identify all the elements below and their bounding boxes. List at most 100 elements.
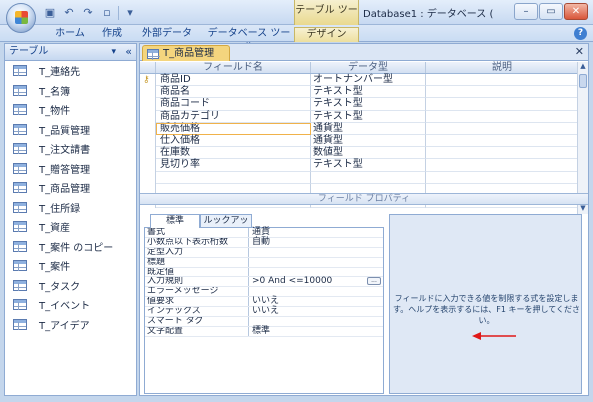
- field-row[interactable]: ⚷ 商品ID オートナンバー型: [140, 74, 578, 87]
- field-name-cell[interactable]: 商品コード: [156, 98, 311, 111]
- row-selector[interactable]: [140, 159, 156, 172]
- field-row[interactable]: 商品コード テキスト型: [140, 98, 578, 111]
- chevron-down-icon[interactable]: ▾: [111, 44, 116, 60]
- nav-item[interactable]: T_住所録: [5, 198, 136, 218]
- close-document-icon[interactable]: ✕: [575, 45, 584, 58]
- row-selector[interactable]: ⚷: [140, 74, 156, 87]
- nav-item[interactable]: T_名簿: [5, 81, 136, 101]
- row-selector[interactable]: [140, 171, 156, 184]
- description-cell[interactable]: [426, 159, 578, 172]
- nav-item[interactable]: T_アイデア: [5, 315, 136, 335]
- tab-general[interactable]: 標準: [150, 214, 200, 228]
- property-value[interactable]: 標準: [249, 326, 383, 336]
- data-type-cell[interactable]: 数値型: [311, 147, 426, 160]
- property-row[interactable]: 入力規則 >0 And <=10000...: [145, 277, 383, 288]
- scroll-down-icon[interactable]: ▼: [578, 204, 588, 214]
- nav-item[interactable]: T_注文請書: [5, 139, 136, 159]
- nav-item[interactable]: T_案件: [5, 256, 136, 276]
- data-type-cell[interactable]: [311, 171, 426, 184]
- nav-item[interactable]: T_贈答管理: [5, 159, 136, 179]
- collapse-pane-icon[interactable]: «: [125, 44, 132, 60]
- description-cell[interactable]: [426, 172, 578, 184]
- data-type-cell[interactable]: オートナンバー型: [311, 74, 426, 87]
- description-cell[interactable]: [426, 111, 578, 123]
- description-cell[interactable]: [426, 135, 578, 148]
- nav-item[interactable]: T_物件: [5, 100, 136, 120]
- property-value[interactable]: 自動: [249, 237, 383, 247]
- tab-create[interactable]: 作成: [97, 27, 127, 42]
- description-cell[interactable]: [426, 123, 578, 135]
- row-selector[interactable]: [140, 134, 156, 148]
- document-tab[interactable]: T_商品管理: [142, 45, 230, 61]
- redo-icon[interactable]: ↷: [80, 5, 96, 20]
- property-value[interactable]: [249, 287, 383, 296]
- row-selector[interactable]: [140, 86, 156, 99]
- data-type-cell[interactable]: テキスト型: [311, 159, 426, 172]
- nav-item[interactable]: T_品質管理: [5, 120, 136, 140]
- field-row[interactable]: 仕入価格 通貨型: [140, 134, 578, 148]
- empty-field-row[interactable]: [140, 171, 578, 184]
- row-selector[interactable]: [140, 122, 156, 135]
- description-cell[interactable]: [426, 98, 578, 111]
- nav-item[interactable]: T_連絡先: [5, 61, 136, 81]
- row-selector[interactable]: [140, 98, 156, 111]
- field-row[interactable]: 商品カテゴリ テキスト型: [140, 110, 578, 123]
- nav-item[interactable]: T_案件 のコピー: [5, 237, 136, 257]
- nav-item[interactable]: T_資産: [5, 217, 136, 237]
- field-name-cell[interactable]: 販売価格: [156, 122, 311, 135]
- row-selector[interactable]: [140, 147, 156, 160]
- field-name-cell[interactable]: 仕入価格: [156, 134, 311, 148]
- tab-home[interactable]: ホーム: [52, 27, 88, 42]
- field-name-cell[interactable]: 商品名: [156, 86, 311, 99]
- field-row[interactable]: 販売価格 通貨型: [140, 122, 578, 135]
- scroll-thumb[interactable]: [579, 74, 587, 88]
- description-cell[interactable]: [426, 86, 578, 99]
- field-row[interactable]: 在庫数 数値型: [140, 147, 578, 160]
- scroll-up-icon[interactable]: ▲: [578, 62, 588, 72]
- property-value[interactable]: [249, 317, 383, 326]
- expression-builder-button[interactable]: ...: [367, 277, 381, 286]
- description-cell[interactable]: [426, 147, 578, 160]
- data-type-cell[interactable]: 通貨型: [311, 134, 426, 148]
- field-row[interactable]: 商品名 テキスト型: [140, 86, 578, 99]
- property-value[interactable]: [249, 248, 383, 257]
- field-name-cell[interactable]: [156, 171, 311, 184]
- property-row[interactable]: 文字配置 標準: [145, 326, 383, 337]
- nav-item[interactable]: T_商品管理: [5, 178, 136, 198]
- data-type-cell[interactable]: テキスト型: [311, 110, 426, 123]
- data-type-cell[interactable]: テキスト型: [311, 86, 426, 99]
- property-value[interactable]: [249, 268, 383, 277]
- help-icon[interactable]: ?: [574, 27, 587, 40]
- tab-database-tools[interactable]: データベース ツール: [206, 27, 292, 53]
- save-icon[interactable]: ▣: [42, 5, 58, 20]
- nav-pane-header[interactable]: テーブル ▾ «: [5, 44, 136, 61]
- field-row[interactable]: 見切り率 テキスト型: [140, 159, 578, 172]
- field-name-cell[interactable]: 商品カテゴリ: [156, 110, 311, 123]
- row-selector[interactable]: [140, 110, 156, 123]
- property-value[interactable]: 通貨: [249, 228, 383, 237]
- tab-external-data[interactable]: 外部データ: [138, 27, 196, 42]
- maximize-button[interactable]: ▭: [539, 3, 563, 20]
- property-row[interactable]: インデックス いいえ: [145, 307, 383, 318]
- field-name-cell[interactable]: 商品ID: [156, 74, 311, 87]
- description-cell[interactable]: [426, 74, 578, 87]
- vertical-scrollbar[interactable]: ▲ ▼: [577, 62, 588, 214]
- office-button[interactable]: [6, 3, 36, 33]
- property-value[interactable]: いいえ: [249, 307, 383, 316]
- property-row[interactable]: 定型入力: [145, 247, 383, 258]
- close-button[interactable]: ✕: [564, 3, 588, 20]
- tab-design[interactable]: デザイン: [294, 27, 359, 42]
- property-value[interactable]: いいえ: [249, 297, 383, 306]
- property-value[interactable]: [249, 258, 383, 267]
- nav-item[interactable]: T_イベント: [5, 295, 136, 315]
- data-type-cell[interactable]: テキスト型: [311, 98, 426, 111]
- minimize-button[interactable]: –: [514, 3, 538, 20]
- tab-lookup[interactable]: ルックアップ: [200, 214, 252, 238]
- nav-item[interactable]: T_タスク: [5, 276, 136, 296]
- property-row[interactable]: 小数点以下表示桁数 自動: [145, 237, 383, 248]
- field-name-cell[interactable]: 見切り率: [156, 159, 311, 172]
- property-value[interactable]: >0 And <=10000...: [249, 277, 383, 286]
- undo-icon[interactable]: ↶: [61, 5, 77, 20]
- field-name-cell[interactable]: 在庫数: [156, 147, 311, 160]
- customize-icon[interactable]: ▾: [122, 5, 138, 20]
